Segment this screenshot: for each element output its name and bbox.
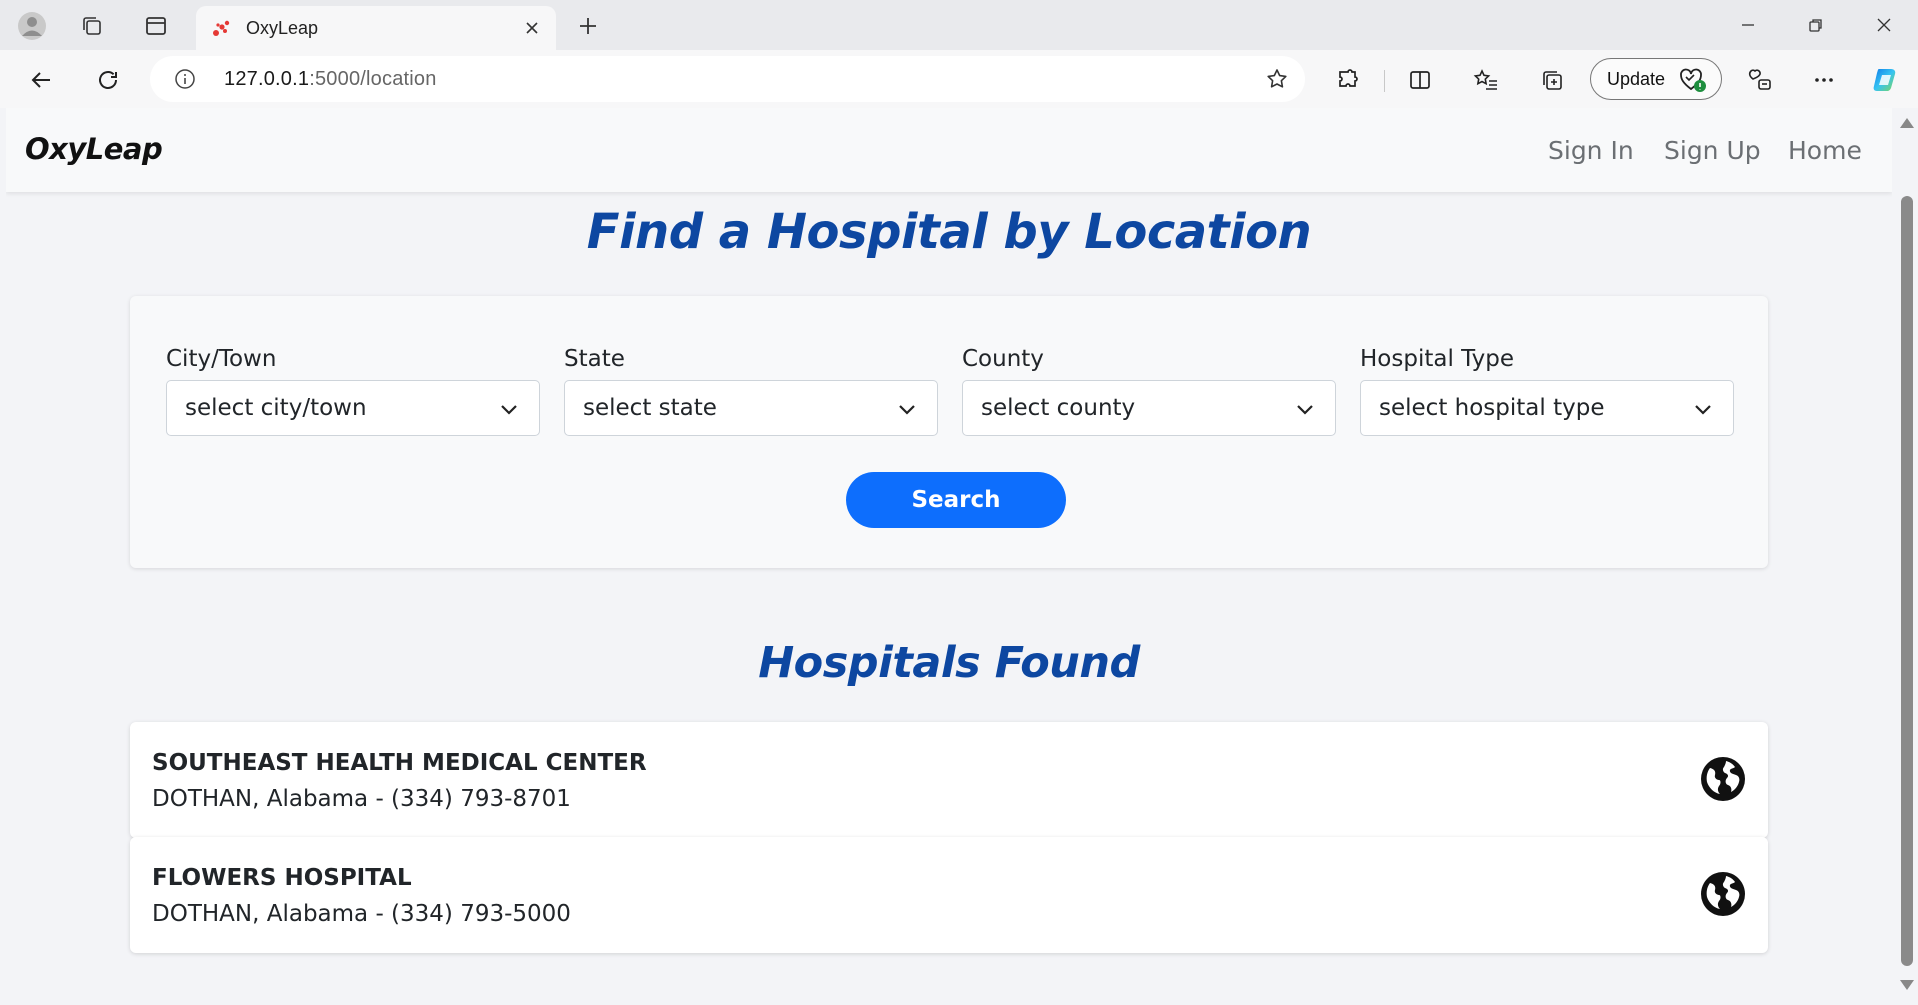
update-button[interactable]: Update — [1590, 58, 1722, 100]
chevron-down-icon — [501, 405, 517, 415]
hospital-result-card[interactable]: FLOWERS HOSPITAL DOTHAN, Alabama - (334)… — [130, 837, 1768, 953]
active-tab[interactable]: OxyLeap — [196, 6, 556, 50]
update-heart-icon — [1680, 68, 1706, 92]
extensions-icon[interactable] — [1330, 62, 1366, 98]
tab-title: OxyLeap — [246, 18, 319, 38]
profile-avatar-icon[interactable] — [16, 10, 48, 42]
results-title: Hospitals Found — [758, 638, 1140, 688]
globe-icon[interactable] — [1700, 756, 1746, 802]
browser-toolbar: 127.0.0.1:5000/location Update — [0, 50, 1918, 108]
minimize-icon[interactable] — [1728, 8, 1768, 42]
copilot-icon[interactable] — [1868, 62, 1904, 98]
oxyleap-favicon-icon — [213, 20, 230, 36]
hospital-name: FLOWERS HOSPITAL — [152, 865, 412, 891]
close-tab-icon[interactable] — [520, 16, 544, 40]
hospital-name: SOUTHEAST HEALTH MEDICAL CENTER — [152, 750, 647, 776]
site-brand[interactable]: OxyLeap — [25, 132, 163, 166]
state-label: State — [564, 346, 625, 372]
county-value: select county — [981, 395, 1136, 421]
hospital-result-card[interactable]: SOUTHEAST HEALTH MEDICAL CENTER DOTHAN, … — [130, 722, 1768, 838]
city-town-label: City/Town — [166, 346, 277, 372]
split-screen-icon[interactable] — [1402, 62, 1438, 98]
nav-link-home[interactable]: Home — [1788, 136, 1862, 165]
favorite-star-icon[interactable] — [1265, 67, 1289, 91]
scroll-down-arrow-icon[interactable] — [1900, 980, 1914, 990]
hospital-type-select[interactable]: select hospital type — [1360, 380, 1734, 436]
reload-icon[interactable] — [90, 62, 126, 98]
url-text: 127.0.0.1:5000/location — [224, 68, 437, 90]
scroll-thumb[interactable] — [1901, 196, 1913, 966]
county-label: County — [962, 346, 1044, 372]
toolbar-divider — [1384, 70, 1385, 92]
more-options-icon[interactable] — [1806, 62, 1842, 98]
vertical-tabs-icon[interactable] — [140, 10, 172, 42]
favorites-icon[interactable] — [1468, 62, 1504, 98]
page-scrollbar[interactable] — [1892, 108, 1918, 1005]
globe-icon[interactable] — [1700, 871, 1746, 917]
chevron-down-icon — [1297, 405, 1313, 415]
close-window-icon[interactable] — [1864, 8, 1904, 42]
state-select[interactable]: select state — [564, 380, 938, 436]
nav-link-sign-up[interactable]: Sign Up — [1664, 136, 1761, 165]
collections-icon[interactable] — [1534, 62, 1570, 98]
hospital-location-phone: DOTHAN, Alabama - (334) 793-8701 — [152, 786, 571, 812]
site-navbar: OxyLeap Sign In Sign Up Home — [6, 108, 1892, 192]
address-bar[interactable]: 127.0.0.1:5000/location — [150, 56, 1305, 102]
new-tab-icon[interactable] — [572, 10, 604, 42]
back-icon[interactable] — [24, 62, 60, 98]
city-town-value: select city/town — [185, 395, 367, 421]
state-value: select state — [583, 395, 717, 421]
restore-icon[interactable] — [1796, 8, 1836, 42]
chevron-down-icon — [899, 405, 915, 415]
search-form-card: City/Town select city/town State select … — [130, 296, 1768, 568]
county-select[interactable]: select county — [962, 380, 1336, 436]
scroll-up-arrow-icon[interactable] — [1900, 118, 1914, 128]
browser-essentials-icon[interactable] — [1742, 62, 1778, 98]
update-label: Update — [1607, 69, 1666, 89]
page-title: Find a Hospital by Location — [586, 204, 1312, 260]
city-town-select[interactable]: select city/town — [166, 380, 540, 436]
chevron-down-icon — [1695, 405, 1711, 415]
browser-tab-bar: OxyLeap — [0, 0, 1918, 50]
search-button[interactable]: Search — [846, 472, 1066, 528]
page-viewport: OxyLeap Sign In Sign Up Home Find a Hosp… — [6, 108, 1892, 1005]
hospital-type-value: select hospital type — [1379, 395, 1605, 421]
hospital-type-label: Hospital Type — [1360, 346, 1514, 372]
nav-link-sign-in[interactable]: Sign In — [1548, 136, 1634, 165]
workspaces-icon[interactable] — [76, 10, 108, 42]
site-info-icon[interactable] — [174, 68, 196, 90]
hospital-location-phone: DOTHAN, Alabama - (334) 793-5000 — [152, 901, 571, 927]
